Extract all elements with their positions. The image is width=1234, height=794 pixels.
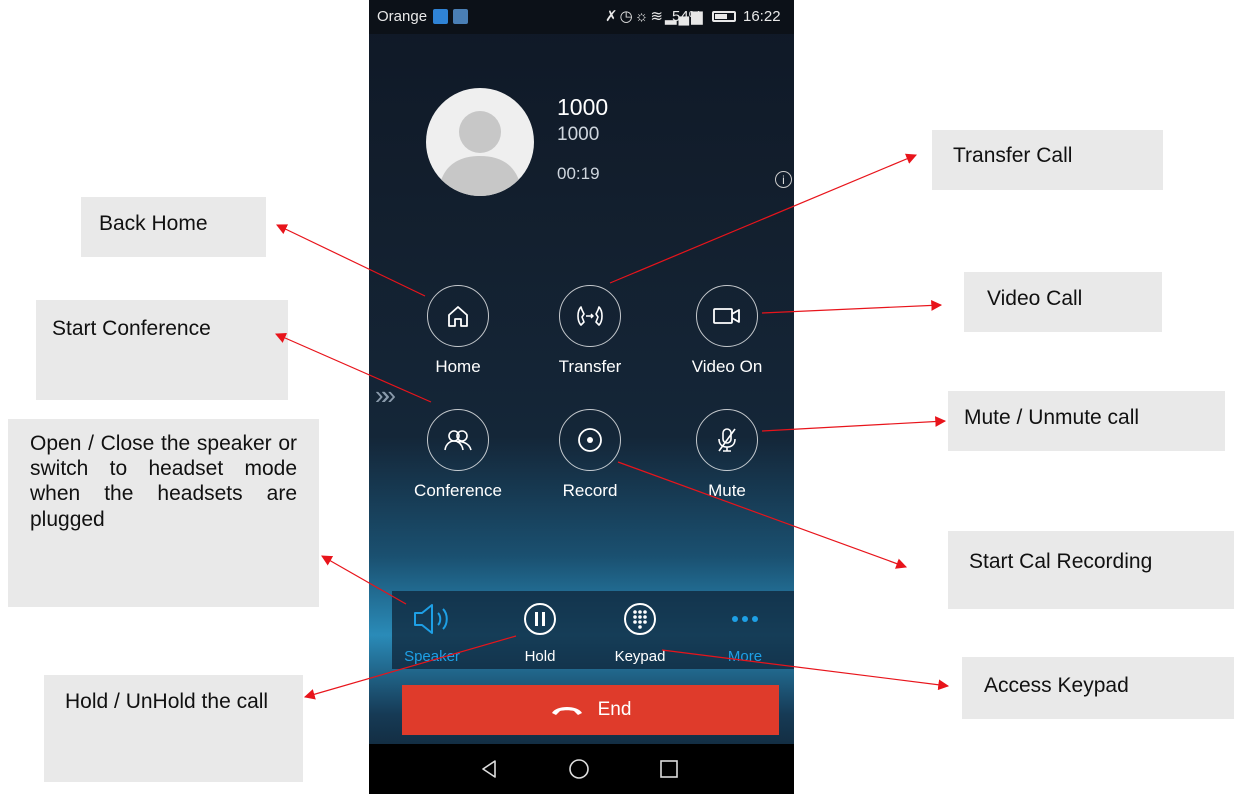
call-control-bar: Speaker Hold Keypad More (392, 591, 794, 669)
hang-up-icon (551, 707, 582, 715)
callout-access-keypad: Access Keypad (962, 657, 1234, 719)
speaker-label: Speaker (404, 648, 460, 665)
home-circle-icon (569, 759, 589, 779)
recents-square-icon (660, 760, 678, 778)
record-icon (578, 428, 602, 452)
speaker-button[interactable]: Speaker (392, 601, 472, 665)
battery-percent: 54% (672, 8, 703, 25)
callout-video-call: Video Call (964, 272, 1162, 332)
edge-swipe-icon[interactable]: »» (375, 380, 396, 411)
wifi-icon: ≋ (650, 8, 665, 25)
keypad-label: Keypad (614, 648, 666, 665)
bluetooth-icon: ✗ (605, 8, 620, 25)
video-camera-icon (713, 308, 740, 324)
clock: 16:22 (743, 8, 781, 25)
home-button[interactable]: Home (403, 285, 513, 377)
transfer-icon (577, 306, 603, 326)
callout-transfer-call: Transfer Call (932, 130, 1163, 190)
nav-recents-button[interactable] (649, 756, 689, 782)
callout-back-home: Back Home (81, 197, 266, 257)
caller-name: 1000 (557, 94, 609, 120)
transfer-button[interactable]: Transfer (535, 285, 645, 377)
status-bar: Orange ✗◷☼≋▂▄▆ 54% 16:22 (369, 0, 794, 34)
more-label: More (727, 648, 763, 665)
carrier-label: Orange (377, 8, 428, 25)
record-button[interactable]: Record (535, 409, 645, 501)
notification-icon (433, 9, 448, 24)
notification-icon-2 (453, 9, 468, 24)
record-label: Record (562, 481, 618, 500)
hold-button[interactable]: Hold (500, 601, 580, 665)
speaker-icon (414, 604, 448, 634)
conference-button[interactable]: Conference (403, 409, 513, 501)
system-nav-bar (369, 744, 794, 794)
info-icon[interactable]: i (775, 171, 792, 188)
mic-muted-icon (718, 428, 736, 452)
caller-number: 1000 (557, 124, 600, 145)
end-call-button[interactable]: End (402, 685, 779, 735)
call-duration: 00:19 (557, 164, 600, 183)
video-label: Video On (691, 357, 763, 376)
callout-speaker: Open / Close the speaker or switch to he… (8, 419, 319, 607)
more-dots-icon (732, 616, 758, 622)
conference-label: Conference (414, 481, 502, 500)
home-label: Home (435, 357, 481, 376)
end-label: End (597, 699, 632, 720)
pause-icon (524, 603, 556, 635)
eye-comfort-icon: ☼ (634, 8, 651, 25)
battery-icon (712, 11, 736, 22)
mute-button[interactable]: Mute (672, 409, 782, 501)
alarm-icon: ◷ (619, 8, 635, 25)
callout-start-recording: Start Cal Recording (948, 531, 1234, 609)
keypad-button[interactable]: Keypad (600, 601, 680, 665)
transfer-label: Transfer (558, 357, 622, 376)
back-triangle-icon (482, 760, 496, 778)
mute-label: Mute (708, 481, 746, 500)
person-icon (438, 111, 522, 196)
callout-start-conference: Start Conference (36, 300, 288, 400)
home-icon (448, 306, 468, 327)
hold-label: Hold (524, 648, 556, 665)
dialpad-icon (624, 603, 656, 635)
callout-mute: Mute / Unmute call (948, 391, 1225, 451)
more-button[interactable]: More (705, 601, 785, 665)
nav-home-button[interactable] (559, 756, 599, 782)
nav-back-button[interactable] (469, 756, 509, 782)
callout-hold: Hold / UnHold the call (44, 675, 303, 782)
video-button[interactable]: Video On (672, 285, 782, 377)
avatar (426, 88, 534, 196)
conference-icon (444, 430, 472, 451)
phone-screen: Orange ✗◷☼≋▂▄▆ 54% 16:22 1000 1000 00:19… (369, 0, 794, 794)
